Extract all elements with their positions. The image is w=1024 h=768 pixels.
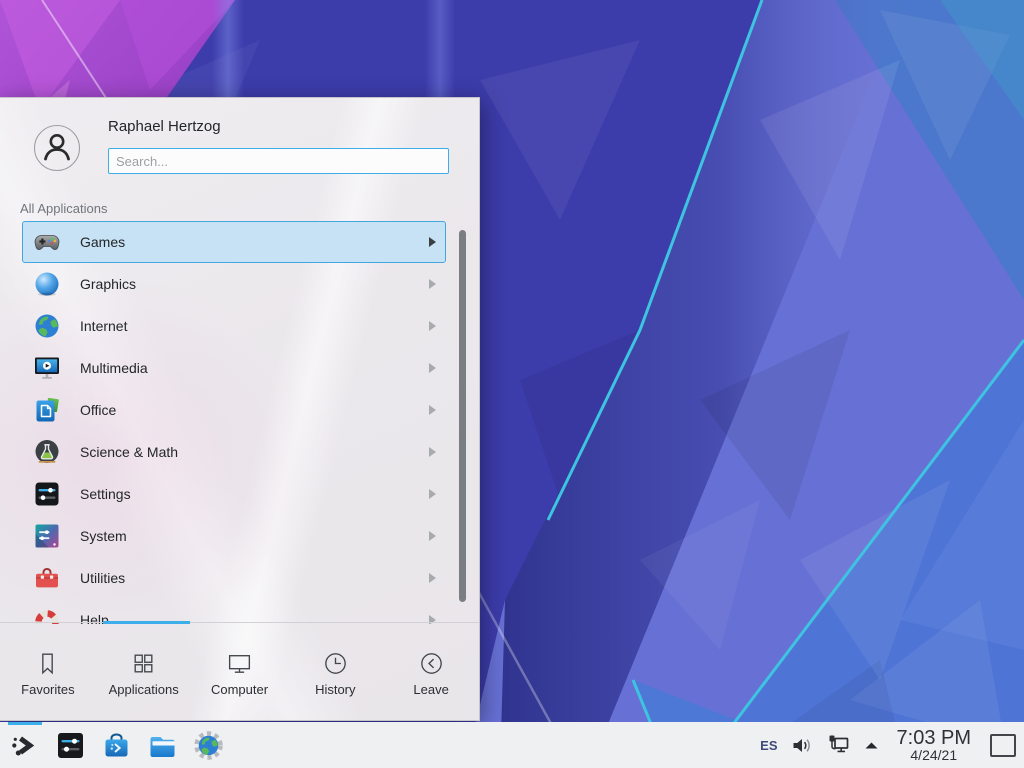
submenu-arrow-icon (427, 278, 437, 290)
digital-clock[interactable]: 7:03 PM 4/24/21 (897, 728, 971, 763)
submenu-arrow-icon (427, 446, 437, 458)
application-launcher-menu: Raphael Hertzog All Applications Games (0, 97, 480, 721)
category-label: Multimedia (80, 360, 427, 376)
submenu-arrow-icon (427, 320, 437, 332)
submenu-arrow-icon (427, 362, 437, 374)
tab-favorites[interactable]: Favorites (0, 623, 96, 720)
settings-sliders-icon (33, 480, 61, 508)
discover-icon[interactable] (101, 730, 132, 761)
multimedia-screen-icon (33, 354, 61, 382)
category-label: Office (80, 402, 427, 418)
tab-label: History (315, 682, 355, 697)
expand-tray-arrow-icon[interactable] (863, 737, 880, 754)
category-label: Settings (80, 486, 427, 502)
web-browser-icon[interactable] (193, 730, 224, 761)
clock-time: 7:03 PM (897, 728, 971, 748)
submenu-arrow-icon (427, 488, 437, 500)
utilities-toolbox-icon (33, 564, 61, 592)
globe-icon (33, 312, 61, 340)
category-row-office[interactable]: Office (22, 389, 446, 431)
category-label: System (80, 528, 427, 544)
user-name: Raphael Hertzog (108, 118, 221, 135)
tab-leave[interactable]: Leave (383, 623, 479, 720)
category-label: Internet (80, 318, 427, 334)
office-documents-icon (33, 396, 61, 424)
desktop: Raphael Hertzog All Applications Games (0, 0, 1024, 768)
submenu-arrow-icon (427, 572, 437, 584)
keyboard-layout-indicator[interactable]: ES (760, 738, 777, 753)
category-row-games[interactable]: Games (22, 221, 446, 263)
search-input[interactable] (108, 148, 449, 174)
system-tray: ES 7:03 PM 4/24/21 (760, 728, 1024, 763)
bookmark-icon (34, 650, 61, 677)
taskbar-launchers (0, 730, 224, 761)
category-label: Graphics (80, 276, 427, 292)
leave-icon (418, 650, 445, 677)
submenu-arrow-icon (427, 530, 437, 542)
section-label: All Applications (20, 201, 107, 216)
file-manager-icon[interactable] (147, 730, 178, 761)
tab-label: Leave (413, 682, 448, 697)
tab-computer[interactable]: Computer (192, 623, 288, 720)
science-flask-icon (33, 438, 61, 466)
category-row-multimedia[interactable]: Multimedia (22, 347, 446, 389)
category-row-help[interactable]: Help (22, 599, 446, 624)
scrollbar-thumb[interactable] (459, 230, 466, 602)
category-label: Games (80, 234, 427, 250)
tab-history[interactable]: History (287, 623, 383, 720)
category-row-science-math[interactable]: Science & Math (22, 431, 446, 473)
grid-icon (130, 650, 157, 677)
system-settings-icon[interactable] (55, 730, 86, 761)
gamepad-icon (33, 228, 61, 256)
clock-date: 4/24/21 (897, 748, 971, 762)
menu-tab-bar: Favorites Applications Computer (0, 622, 479, 720)
category-row-utilities[interactable]: Utilities (22, 557, 446, 599)
show-desktop-button[interactable] (990, 734, 1016, 757)
monitor-icon (226, 650, 253, 677)
system-sliders-icon (33, 522, 61, 550)
volume-icon[interactable] (791, 734, 814, 757)
graphics-sphere-icon (33, 270, 61, 298)
submenu-arrow-icon (427, 236, 437, 248)
user-avatar-icon[interactable] (34, 125, 80, 171)
clock-icon (322, 650, 349, 677)
menu-header: Raphael Hertzog (0, 98, 479, 193)
taskbar: ES 7:03 PM 4/24/21 (0, 722, 1024, 768)
application-launcher-icon[interactable] (9, 730, 40, 761)
category-row-settings[interactable]: Settings (22, 473, 446, 515)
tab-label: Applications (109, 682, 179, 697)
tab-applications[interactable]: Applications (96, 623, 192, 720)
category-row-graphics[interactable]: Graphics (22, 263, 446, 305)
category-row-system[interactable]: System (22, 515, 446, 557)
submenu-arrow-icon (427, 404, 437, 416)
application-category-list: Games Graphics Internet (0, 221, 460, 624)
category-label: Utilities (80, 570, 427, 586)
tab-label: Favorites (21, 682, 74, 697)
category-row-internet[interactable]: Internet (22, 305, 446, 347)
category-label: Science & Math (80, 444, 427, 460)
tab-label: Computer (211, 682, 268, 697)
launcher-active-indicator (8, 722, 42, 725)
active-tab-indicator (103, 621, 190, 624)
wired-network-icon[interactable] (827, 734, 850, 757)
